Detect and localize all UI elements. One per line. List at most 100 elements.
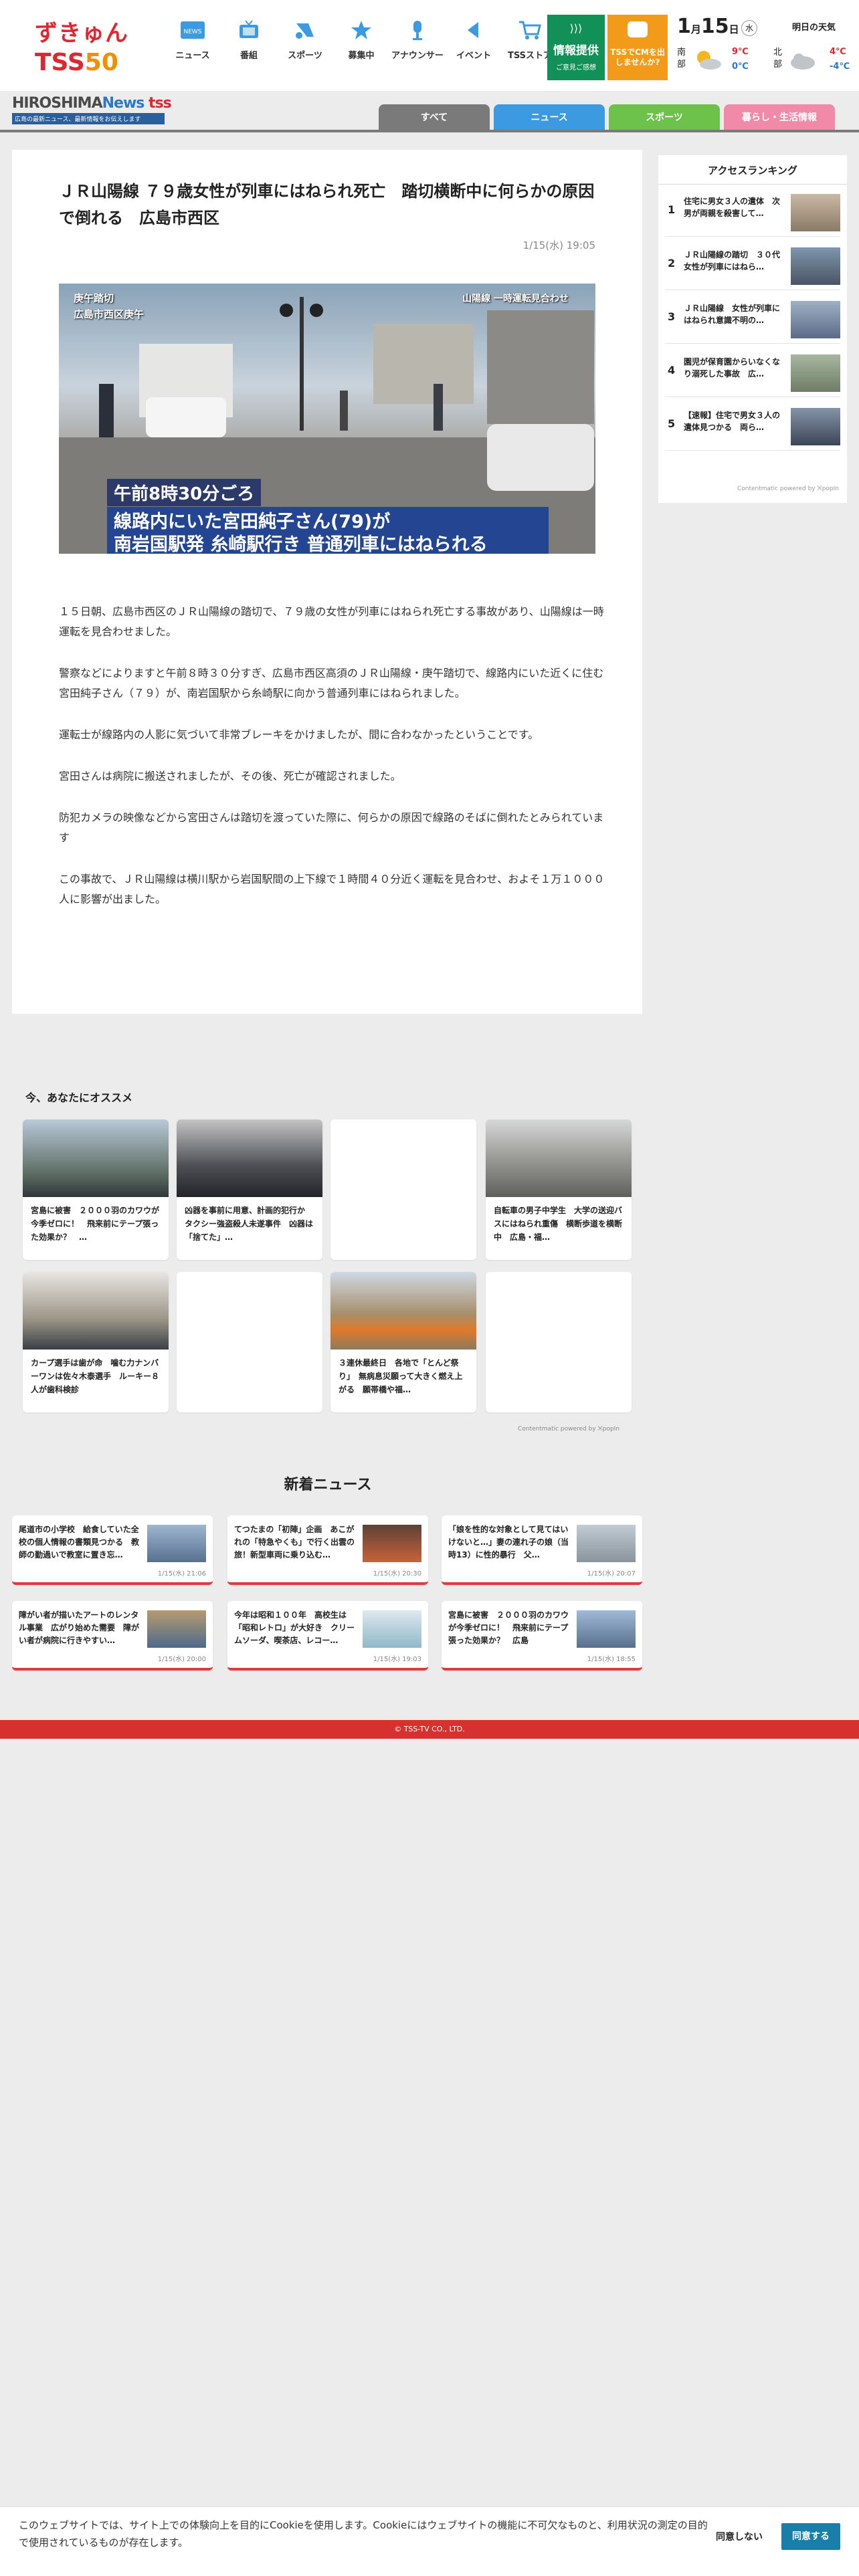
ranking-thumbnail (791, 247, 840, 285)
ranking-item[interactable]: 2 ＪＲ山陽線の踏切 ３０代女性が列車にはねら… (665, 242, 840, 290)
article: ＪＲ山陽線 ７９歳女性が列車にはねられ死亡 踏切横断中に何らかの原因で倒れる 広… (12, 150, 642, 1014)
cookie-agree-button[interactable]: 同意する (781, 2523, 840, 2550)
ranking-text: ＪＲ山陽線 女性が列車にはねられ意識不明の… (684, 304, 781, 325)
recommend-card[interactable] (486, 1272, 632, 1412)
article-paragraph: 運転士が線路内の人影に気づいて非常ブレーキをかけましたが、間に合わなかったという… (59, 728, 539, 741)
nav-label: 番組 (240, 51, 258, 61)
nav-news[interactable]: NEWS ニュース (165, 17, 221, 71)
new-news-item[interactable]: 「娘を性的な対象として見てはいけないと…」妻の連れ子の娘（当時13）に性的暴行 … (442, 1515, 642, 1585)
tab-news[interactable]: ニュース (494, 104, 605, 130)
article-paragraph: 防犯カメラの映像などから宮田さんは踏切を渡っていた際に、何らかの原因で線路のそば… (59, 811, 604, 844)
cart-icon (515, 17, 545, 43)
tab-all[interactable]: すべて (379, 104, 490, 130)
star-icon (347, 17, 376, 43)
image-location-overlay: 庚午踏切 広島市西区庚午 (74, 292, 145, 320)
ranking-number: 4 (668, 364, 676, 377)
tab-lifestyle[interactable]: 暮らし・生活情報 (724, 104, 835, 130)
ranking-powered-by[interactable]: Contentmatic powered by ⨉popIn (737, 486, 839, 492)
brand-subtitle: 広島の最新ニュース、最新情報をお伝えします (12, 113, 165, 124)
new-news-item[interactable]: てつたまの「初陣」企画 あこがれの「特急やくも」で行く出雲の旅！新型車両に乗り込… (227, 1515, 428, 1585)
article-date: 1/15(水) 19:05 (522, 239, 595, 251)
new-news-text: てつたまの「初陣」企画 あこがれの「特急やくも」で行く出雲の旅！新型車両に乗り込… (234, 1525, 355, 1560)
recommend-thumbnail (23, 1272, 169, 1350)
ranking-thumbnail (791, 301, 840, 338)
new-news-date: 1/15(水) 20:07 (587, 1570, 636, 1578)
recommend-card[interactable]: カープ選手は歯が命 噛む力ナンバーワンは佐々木泰選手 ルーキー８人が歯科検診 (23, 1272, 169, 1412)
recommend-card-text: 凶器を事前に用意、計画的犯行か タクシー強盗殺人未遂事件 凶器は「捨てた」… (185, 1206, 314, 1242)
new-news-text: 尾道市の小学校 給食していた全校の個人情報の書類見つかる 教師の勤過いで教室に置… (19, 1525, 140, 1560)
new-news-date: 1/15(水) 20:30 (373, 1570, 421, 1578)
news-icon: NEWS (178, 17, 207, 43)
new-news-thumbnail (363, 1610, 421, 1648)
nav-recruiting[interactable]: 募集中 (333, 17, 389, 71)
ranking-thumbnail (791, 408, 840, 445)
cm-mascot-icon (628, 21, 648, 37)
recommend-thumbnail (486, 1119, 632, 1197)
new-news-date: 1/15(水) 19:03 (373, 1656, 421, 1663)
weather-low: -4℃ (830, 62, 850, 72)
tab-sports[interactable]: スポーツ (609, 104, 720, 130)
recommend-thumbnail (330, 1272, 476, 1350)
cm-ad-button[interactable]: TSSでCMを出しませんか? (607, 15, 668, 80)
weather-dow: 水 (741, 20, 757, 36)
weather-south: 南部 9℃ 0℃ (677, 41, 757, 80)
nav-label: TSSストア (507, 51, 552, 61)
nav-event[interactable]: イベント (446, 17, 502, 71)
article-body: １５日朝、広島市西区のＪＲ山陽線の踏切で、７９歳の女性が列車にはねられ死亡する事… (59, 602, 607, 931)
ranking-text: 住宅に男女３人の遺体 次男が両親を殺害して… (684, 197, 781, 218)
nav-announcer[interactable]: アナウンサー (389, 17, 446, 71)
new-news-item[interactable]: 今年は昭和１００年 高校生は「昭和レトロ」が大好き クリームソーダ、喫茶店、レコ… (227, 1601, 428, 1671)
ranking-item[interactable]: 1 住宅に男女３人の遺体 次男が両親を殺害して… (665, 189, 840, 237)
weather-high: 4℃ (830, 47, 846, 57)
article-title: ＪＲ山陽線 ７９歳女性が列車にはねられ死亡 踏切横断中に何らかの原因で倒れる 広… (59, 182, 595, 227)
recommend-card[interactable]: ３連休最終日 各地で「とんど祭り」 無病息災願って大きく燃え上がる 願帯橋や福… (330, 1272, 476, 1412)
image-status-overlay: 山陽線 一時運転見合わせ (462, 294, 569, 304)
access-ranking: アクセスランキング 1 住宅に男女３人の遺体 次男が両親を殺害して… 2 ＪＲ山… (658, 155, 847, 503)
site-logo[interactable]: ずきゅん TSS50 (35, 15, 142, 82)
nav-sports[interactable]: スポーツ (277, 17, 333, 71)
nav-programs[interactable]: 番組 (221, 17, 277, 71)
image-caption-main: 線路内にいた宮田純子さん(79)が 南岩国駅発 糸崎駅行き 普通列車にはねられる (107, 507, 549, 554)
recommend-card[interactable]: 凶器を事前に用意、計画的犯行か タクシー強盗殺人未遂事件 凶器は「捨てた」… (177, 1119, 322, 1260)
sports-icon (290, 17, 320, 43)
site-footer: © TSS-TV CO., LTD. (0, 1720, 859, 1739)
info-submit-button[interactable]: ⟩⟩⟩ 情報提供 ご意見ご感想 (547, 15, 605, 80)
signal-icon: ⟩⟩⟩ (569, 22, 583, 35)
image-caption-time: 午前8時30分ごろ (107, 479, 262, 506)
recommend-card[interactable]: 宮島に被害 ２０００羽のカワウが今季ゼロに！ 飛来前にテープ張った効果か？ … (23, 1119, 169, 1260)
new-news-text: 今年は昭和１００年 高校生は「昭和レトロ」が大好き クリームソーダ、喫茶店、レコ… (234, 1610, 355, 1645)
new-news-thumbnail (147, 1525, 206, 1562)
recommend-card-text: カープ選手は歯が命 噛む力ナンバーワンは佐々木泰選手 ルーキー８人が歯科検診 (31, 1358, 160, 1394)
weather-widget[interactable]: 1月15日 水 明日の天気 南部 9℃ 0℃ 北部 4℃ -4℃ (677, 15, 852, 80)
cm-ad-text: TSSでCMを出しませんか? (610, 47, 665, 67)
ranking-item[interactable]: 5 【速報】住宅で男女３人の遺体見つかる 両ら… (665, 403, 840, 451)
ranking-thumbnail (791, 194, 840, 231)
recommend-card[interactable]: 自転車の男子中学生 大学の送迎バスにはねられ重傷 横断歩道を横断中 広島・福… (486, 1119, 632, 1260)
article-paragraph: この事故で、ＪＲ山陽線は横川駅から岩国駅間の上下線で１時間４０分近く運転を見合わ… (59, 873, 605, 905)
hiroshima-news-logo[interactable]: HIROSHIMANews tss 広島の最新ニュース、最新情報をお伝えします (12, 95, 179, 128)
nav-label: スポーツ (288, 51, 322, 61)
ranking-thumbnail (791, 354, 840, 392)
new-news-thumbnail (577, 1610, 636, 1648)
ranking-text: ＪＲ山陽線の踏切 ３０代女性が列車にはねら… (684, 250, 781, 272)
article-image[interactable]: 庚午踏切 広島市西区庚午 山陽線 一時運転見合わせ 午前8時30分ごろ 線路内に… (59, 284, 595, 554)
article-paragraph: １５日朝、広島市西区のＪＲ山陽線の踏切で、７９歳の女性が列車にはねられ死亡する事… (59, 605, 604, 638)
ranking-title: アクセスランキング (658, 155, 847, 185)
nav-label: イベント (456, 51, 491, 61)
ranking-item[interactable]: 4 園児が保育園からいなくなり溺死した事故 広… (665, 349, 840, 397)
ranking-item[interactable]: 3 ＪＲ山陽線 女性が列車にはねられ意識不明の… (665, 296, 840, 344)
recommend-card[interactable] (330, 1119, 476, 1260)
site-header: ずきゅん TSS50 NEWS ニュース 番組 スポーツ 募集中 アナウンサー … (0, 0, 859, 91)
new-news-thumbnail (577, 1525, 636, 1562)
weather-low: 0℃ (732, 62, 749, 72)
new-news-item[interactable]: 宮島に被害 ２０００羽のカワウが今季ゼロに！ 飛来前にテープ張った効果か？ 広島… (442, 1601, 642, 1671)
new-news-item[interactable]: 尾道市の小学校 給食していた全校の個人情報の書類見つかる 教師の勤過いで教室に置… (12, 1515, 213, 1585)
recommend-powered-by[interactable]: Contentmatic powered by ⨉popIn (518, 1426, 619, 1432)
new-news-item[interactable]: 障がい者が描いたアートのレンタル事業 広がり始めた需要 障がい者が病院に行きやす… (12, 1601, 213, 1671)
tomorrow-weather-label: 明日の天気 (792, 23, 836, 33)
cookie-deny-button[interactable]: 同意しない (716, 2530, 763, 2543)
svg-text:NEWS: NEWS (183, 29, 201, 35)
flag-icon (459, 17, 488, 43)
new-news-date: 1/15(水) 20:00 (157, 1656, 206, 1663)
recommend-card[interactable] (177, 1272, 322, 1412)
